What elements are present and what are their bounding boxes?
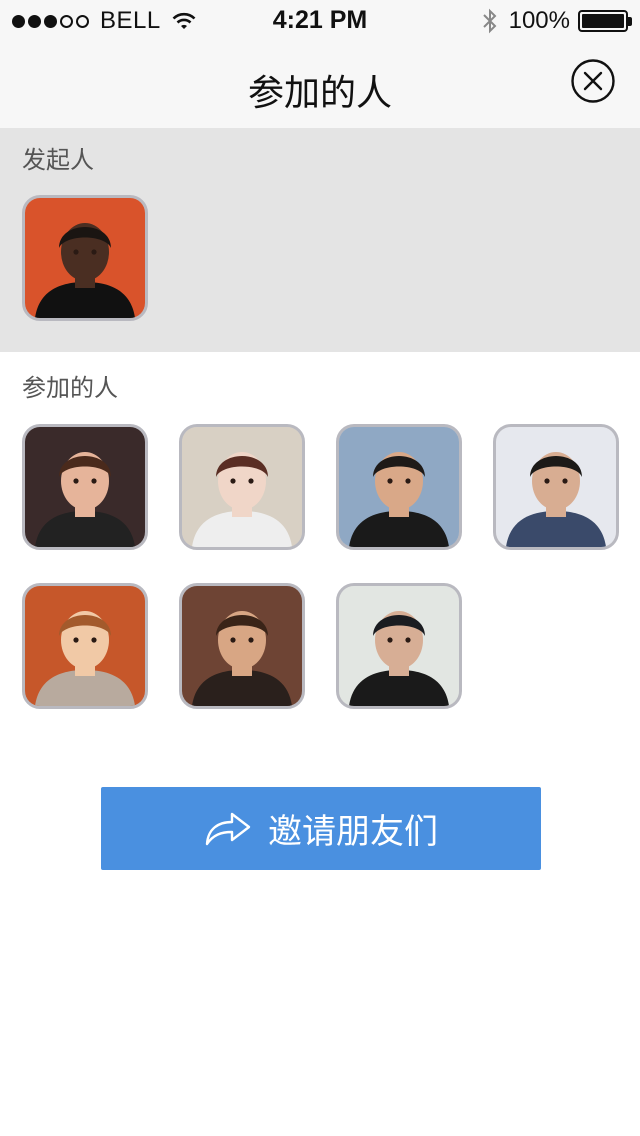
participant-avatar[interactable] [493, 424, 619, 550]
avatar-photo [25, 198, 145, 318]
page-title: 参加的人 [247, 73, 392, 114]
battery-percent: 100% [508, 7, 570, 34]
bluetooth-icon [482, 8, 497, 34]
participant-avatar[interactable] [336, 583, 462, 709]
avatar-photo [25, 427, 145, 547]
status-bar: BELL 4:21 PM 100% [0, 0, 640, 40]
avatar-photo [25, 586, 145, 706]
participants-label: 参加的人 [22, 374, 118, 402]
status-right: 100% [481, 7, 632, 35]
participant-avatar[interactable] [179, 583, 305, 709]
invite-friends-button[interactable]: 邀请朋友们 [101, 787, 541, 870]
participant-avatar[interactable] [22, 583, 148, 709]
navigation-bar: 参加的人 [0, 40, 640, 128]
avatar-photo [496, 427, 616, 547]
close-circle-icon [571, 59, 615, 103]
battery-icon [578, 10, 632, 32]
participant-avatar[interactable] [22, 424, 148, 550]
share-arrow-icon [205, 812, 251, 845]
invite-button-label: 邀请朋友们 [268, 812, 438, 852]
avatar-photo [182, 427, 302, 547]
close-button[interactable] [570, 58, 616, 104]
participant-avatar[interactable] [179, 424, 305, 550]
initiator-label: 发起人 [22, 146, 94, 174]
avatar-photo [339, 586, 459, 706]
initiator-avatar[interactable] [22, 195, 148, 321]
participant-avatar[interactable] [336, 424, 462, 550]
avatar-photo [182, 586, 302, 706]
avatar-photo [339, 427, 459, 547]
